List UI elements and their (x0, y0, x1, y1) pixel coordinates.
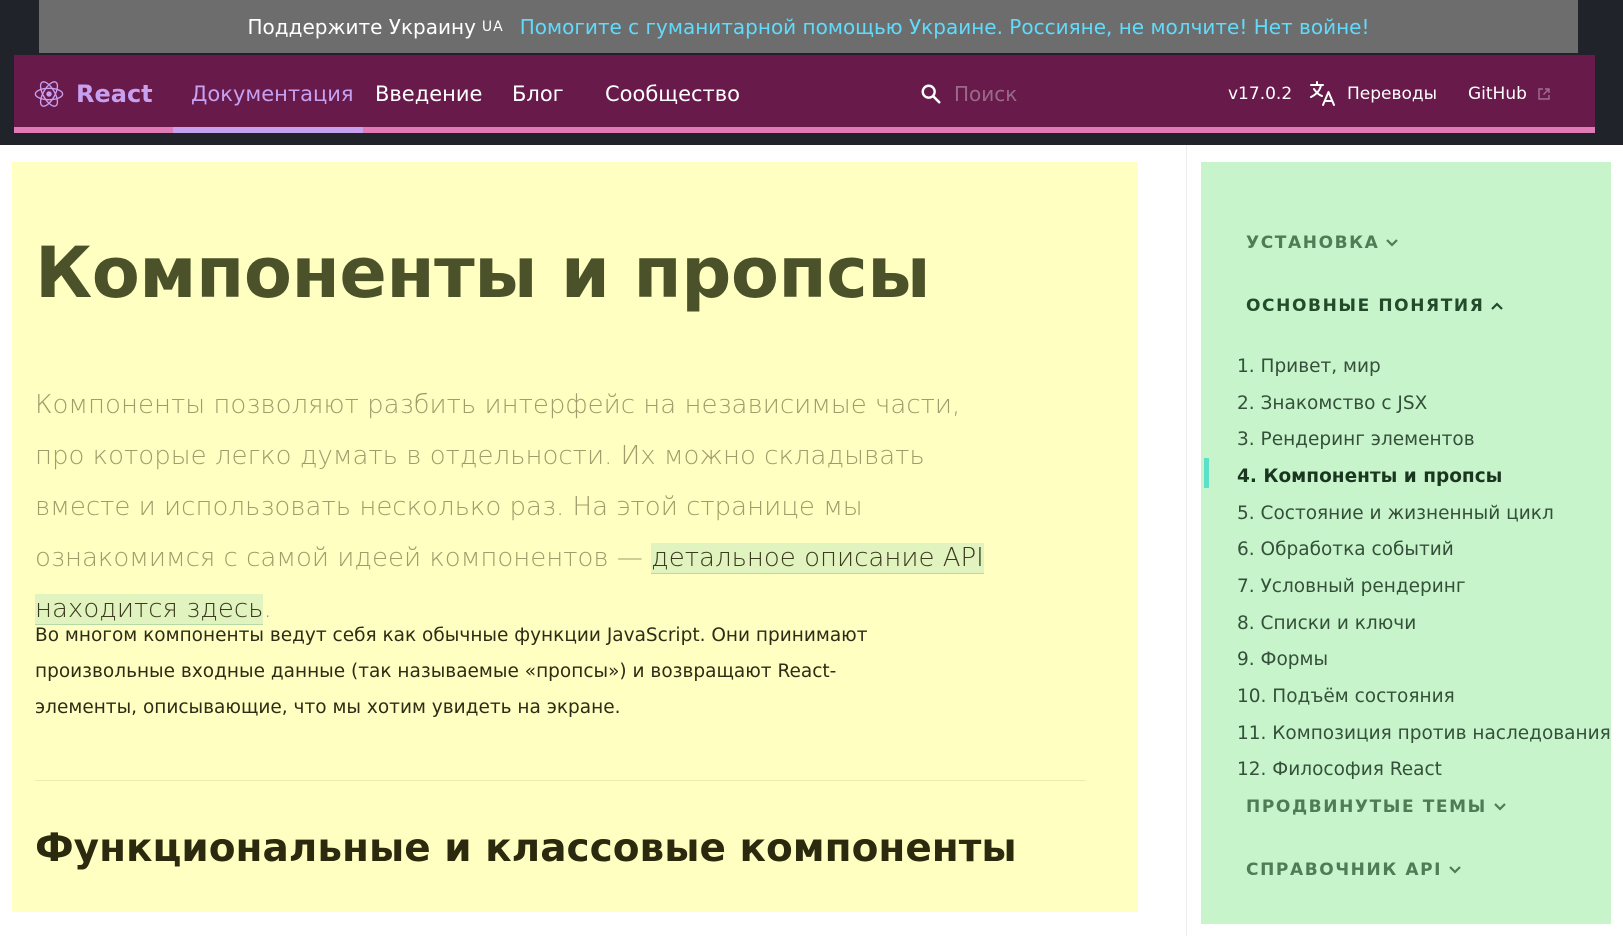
sidebar-item-lifting-state[interactable]: 10. Подъём состояния (1237, 678, 1611, 715)
sidebar-item-handling-events[interactable]: 6. Обработка событий (1237, 531, 1611, 568)
main-content: Компоненты и пропсы Компоненты позволяют… (12, 162, 1138, 912)
intro-paragraph: Во многом компоненты ведут себя как обыч… (35, 625, 868, 718)
chevron-down-icon (1386, 239, 1399, 247)
translate-icon (1310, 81, 1335, 106)
sidebar-item-composition[interactable]: 11. Композиция против наследования (1237, 715, 1611, 752)
main-concepts-list: 1. Привет, мир 2. Знакомство с JSX 3. Ре… (1237, 348, 1611, 788)
version-link[interactable]: v17.0.2 (1228, 55, 1292, 133)
section-label: ОСНОВНЫЕ ПОНЯТИЯ (1246, 296, 1485, 316)
sidebar-item-forms[interactable]: 9. Формы (1237, 642, 1611, 679)
sidebar-item-hello-world[interactable]: 1. Привет, мир (1237, 348, 1611, 385)
ua-badge: UA (481, 18, 504, 35)
active-nav-indicator (173, 127, 363, 133)
search-box[interactable] (920, 74, 1180, 114)
sidebar-section-main-concepts[interactable]: ОСНОВНЫЕ ПОНЯТИЯ (1246, 296, 1504, 316)
external-link-icon (1538, 88, 1550, 100)
github-link[interactable]: GitHub (1468, 55, 1551, 133)
translations-label: Переводы (1347, 84, 1438, 104)
docs-sidebar: УСТАНОВКА ОСНОВНЫЕ ПОНЯТИЯ 1. Привет, ми… (1201, 162, 1611, 924)
sidebar-item-lists-keys[interactable]: 8. Списки и ключи (1237, 605, 1611, 642)
github-label: GitHub (1468, 84, 1527, 104)
sidebar-item-jsx[interactable]: 2. Знакомство с JSX (1237, 385, 1611, 422)
nav-community[interactable]: Сообщество (605, 55, 740, 133)
section-title: Функциональные и классовые компоненты (35, 826, 1017, 871)
humanitarian-help-link[interactable]: Помогите с гуманитарной помощью Украине.… (520, 15, 1370, 39)
chevron-up-icon (1491, 302, 1504, 310)
top-navigation: React Документация Введение Блог Сообщес… (14, 55, 1595, 133)
chevron-down-icon (1494, 803, 1506, 811)
search-input[interactable] (952, 81, 1172, 107)
logo-text: React (76, 80, 153, 108)
nav-tutorial[interactable]: Введение (375, 55, 482, 133)
translations-link[interactable]: Переводы (1309, 55, 1437, 133)
sidebar-item-thinking-in-react[interactable]: 12. Философия React (1237, 752, 1611, 789)
sidebar-item-state-lifecycle[interactable]: 5. Состояние и жизненный цикл (1237, 495, 1611, 532)
section-label: СПРАВОЧНИК API (1246, 860, 1443, 880)
sidebar-item-rendering-elements[interactable]: 3. Рендеринг элементов (1237, 421, 1611, 458)
lead-paragraph: Компоненты позволяют разбить интерфейс н… (35, 380, 995, 635)
support-text: Поддержите Украину (247, 14, 476, 39)
search-icon (921, 84, 941, 104)
react-logo-link[interactable]: React (34, 55, 153, 133)
section-label: УСТАНОВКА (1246, 233, 1380, 253)
sidebar-section-advanced-guides[interactable]: ПРОДВИНУТЫЕ ТЕМЫ (1246, 797, 1507, 817)
nav-docs[interactable]: Документация (191, 55, 354, 133)
sidebar-gutter (1186, 145, 1187, 936)
support-banner: Поддержите Украину UA Помогите с гуманит… (39, 0, 1578, 53)
sidebar-section-api-reference[interactable]: СПРАВОЧНИК API (1246, 860, 1462, 880)
react-atom-icon (34, 81, 64, 107)
page-title: Компоненты и пропсы (35, 232, 931, 314)
section-divider (35, 780, 1086, 781)
sidebar-section-installation[interactable]: УСТАНОВКА (1246, 233, 1399, 253)
chevron-down-icon (1449, 866, 1461, 874)
current-page-indicator (1204, 458, 1209, 488)
section-label: ПРОДВИНУТЫЕ ТЕМЫ (1246, 797, 1487, 817)
nav-blog[interactable]: Блог (512, 55, 564, 133)
sidebar-item-conditional-rendering[interactable]: 7. Условный рендеринг (1237, 568, 1611, 605)
sidebar-item-components-and-props[interactable]: 4. Компоненты и пропсы (1237, 458, 1611, 495)
